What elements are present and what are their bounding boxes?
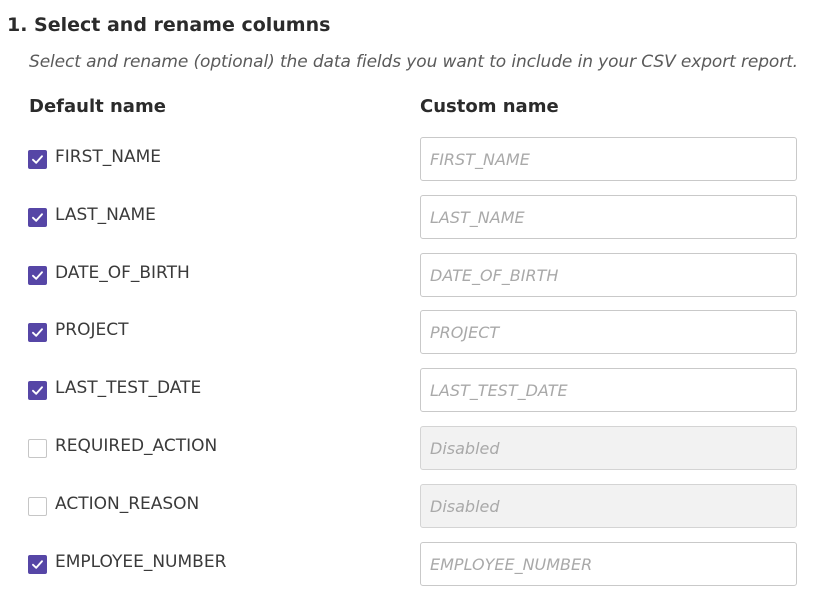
column-row: FIRST_NAME xyxy=(0,137,814,181)
column-checkbox[interactable] xyxy=(28,208,47,227)
export-columns-panel: 1. Select and rename columns Select and … xyxy=(0,0,814,598)
column-row: ACTION_REASON xyxy=(0,484,814,528)
column-default-name: EMPLOYEE_NUMBER xyxy=(55,552,227,572)
column-checkbox[interactable] xyxy=(28,150,47,169)
custom-name-input xyxy=(420,484,797,528)
column-checkbox[interactable] xyxy=(28,381,47,400)
section-title: 1. Select and rename columns xyxy=(7,14,331,36)
column-row: PROJECT xyxy=(0,310,814,354)
checkmark-icon xyxy=(32,155,43,164)
custom-name-input[interactable] xyxy=(420,253,797,297)
column-default-name: LAST_NAME xyxy=(55,205,156,225)
custom-name-input[interactable] xyxy=(420,310,797,354)
column-default-name: LAST_TEST_DATE xyxy=(55,378,202,398)
column-checkbox[interactable] xyxy=(28,555,47,574)
column-row: DATE_OF_BIRTH xyxy=(0,253,814,297)
column-row: LAST_NAME xyxy=(0,195,814,239)
column-checkbox[interactable] xyxy=(28,266,47,285)
column-row: REQUIRED_ACTION xyxy=(0,426,814,470)
custom-name-input[interactable] xyxy=(420,368,797,412)
column-default-name: DATE_OF_BIRTH xyxy=(55,263,190,283)
section-description: Select and rename (optional) the data fi… xyxy=(29,52,798,72)
checkmark-icon xyxy=(32,328,43,337)
custom-name-input xyxy=(420,426,797,470)
checkmark-icon xyxy=(32,386,43,395)
checkmark-icon xyxy=(32,271,43,280)
column-checkbox[interactable] xyxy=(28,497,47,516)
default-name-header: Default name xyxy=(29,96,166,117)
checkmark-icon xyxy=(32,560,43,569)
column-default-name: REQUIRED_ACTION xyxy=(55,436,218,456)
column-checkbox[interactable] xyxy=(28,323,47,342)
column-row: EMPLOYEE_NUMBER xyxy=(0,542,814,586)
custom-name-input[interactable] xyxy=(420,542,797,586)
custom-name-input[interactable] xyxy=(420,137,797,181)
custom-name-input[interactable] xyxy=(420,195,797,239)
column-default-name: ACTION_REASON xyxy=(55,494,200,514)
column-row: LAST_TEST_DATE xyxy=(0,368,814,412)
column-checkbox[interactable] xyxy=(28,439,47,458)
checkmark-icon xyxy=(32,213,43,222)
custom-name-header: Custom name xyxy=(420,96,559,117)
column-default-name: FIRST_NAME xyxy=(55,147,162,167)
column-default-name: PROJECT xyxy=(55,320,129,340)
